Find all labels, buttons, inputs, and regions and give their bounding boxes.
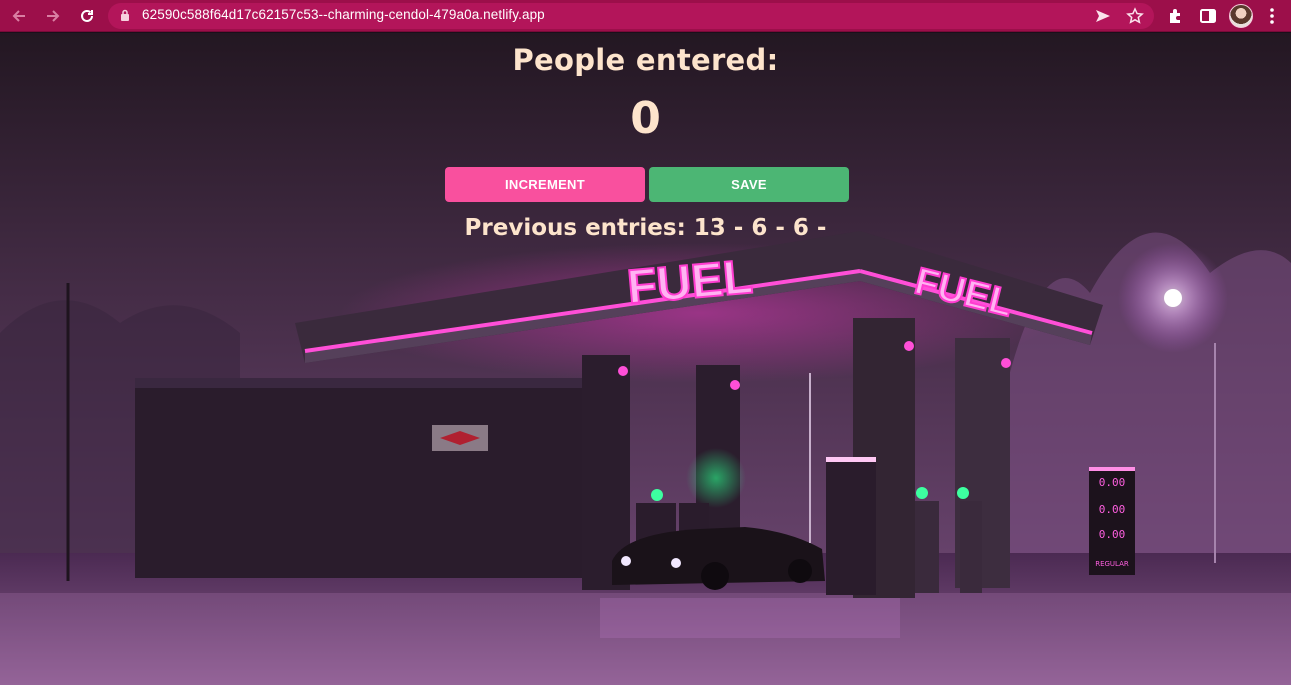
reload-icon[interactable] <box>74 3 100 29</box>
fuel-sign-text: FUEL <box>625 251 754 315</box>
previous-entries-text: Previous entries: 13 - 6 - 6 - <box>464 215 827 241</box>
send-icon[interactable] <box>1094 7 1112 25</box>
side-panel-icon[interactable] <box>1198 6 1218 26</box>
url-text: 62590c588f64d17c62157c53--charming-cendo… <box>142 7 545 22</box>
page-body: FUEL FUEL 0.00 0.00 0.00 REGULAR People … <box>0 33 1291 685</box>
browser-toolbar: 62590c588f64d17c62157c53--charming-cendo… <box>0 0 1291 32</box>
svg-text:0.00: 0.00 <box>1099 503 1126 516</box>
puzzle-icon[interactable] <box>1166 6 1186 26</box>
star-icon[interactable] <box>1126 7 1144 25</box>
lock-icon <box>121 9 129 21</box>
address-bar[interactable]: 62590c588f64d17c62157c53--charming-cendo… <box>108 3 1154 29</box>
save-button[interactable]: SAVE <box>649 167 849 202</box>
kebab-menu-icon[interactable] <box>1262 6 1282 26</box>
increment-button[interactable]: INCREMENT <box>445 167 645 202</box>
profile-avatar[interactable] <box>1229 4 1253 28</box>
forward-arrow-icon[interactable] <box>40 3 66 29</box>
page-title: People entered: <box>512 43 779 77</box>
back-arrow-icon[interactable] <box>6 3 32 29</box>
price-sign-label: REGULAR <box>1095 560 1129 568</box>
count-display: 0 <box>630 93 661 144</box>
svg-text:0.00: 0.00 <box>1099 476 1126 489</box>
svg-text:0.00: 0.00 <box>1099 528 1126 541</box>
